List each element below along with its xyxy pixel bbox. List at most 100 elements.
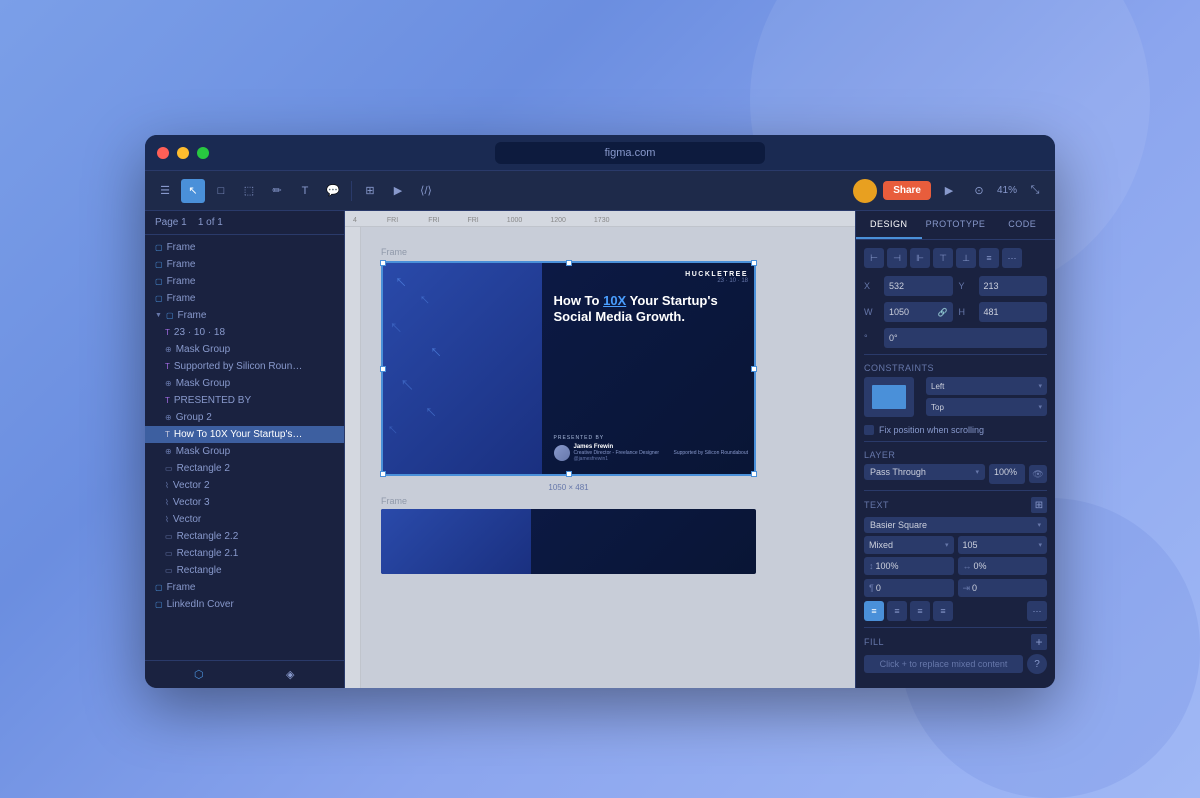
group-icon: ⊕ xyxy=(165,413,172,422)
components-panel-btn[interactable]: ⬡ xyxy=(187,663,211,687)
distribute-btn[interactable]: ⋯ xyxy=(1002,248,1022,268)
align-bottom-btn[interactable]: ≡ xyxy=(979,248,999,268)
layer-item-group2[interactable]: ⊕ Group 2 xyxy=(145,409,344,426)
canvas-scroll-area[interactable]: Frame xyxy=(365,231,855,688)
text-tool[interactable]: T xyxy=(293,179,317,203)
layer-item-presented[interactable]: T PRESENTED BY xyxy=(145,392,344,409)
align-center-h-btn[interactable]: ⊣ xyxy=(887,248,907,268)
menu-icon[interactable]: ☰ xyxy=(153,179,177,203)
layers-footer: ⬡ ◈ xyxy=(145,660,344,688)
align-top-btn[interactable]: ⊤ xyxy=(933,248,953,268)
zoom-level: 41% xyxy=(997,185,1017,196)
panel-tabs: DESIGN PROTOTYPE CODE xyxy=(856,211,1055,240)
layer-item-vec3[interactable]: ⌇ Vector 3 xyxy=(145,494,344,511)
layer-item-rect2[interactable]: ▭ Rectangle 2 xyxy=(145,460,344,477)
font-size-input[interactable]: 105 ▾ xyxy=(958,536,1048,554)
layer-item-frame2[interactable]: ▢ Frame xyxy=(145,579,344,596)
component-tool[interactable]: ⊞ xyxy=(358,179,382,203)
para-spacing-input[interactable]: ¶ 0 xyxy=(864,579,954,597)
align-center-text-btn[interactable]: ≡ xyxy=(887,601,907,621)
fill-title: FILL xyxy=(864,637,884,647)
pen-tool[interactable]: ✏ xyxy=(265,179,289,203)
tab-prototype[interactable]: PROTOTYPE xyxy=(922,211,990,239)
align-right-btn[interactable]: ⊩ xyxy=(910,248,930,268)
layer-item-mask3[interactable]: ⊕ Mask Group xyxy=(145,443,344,460)
minimize-dot[interactable] xyxy=(177,147,189,159)
tab-code[interactable]: CODE xyxy=(989,211,1055,239)
add-fill-btn[interactable]: + xyxy=(1031,634,1047,650)
letter-spacing-input[interactable]: ↔ 0% xyxy=(958,557,1048,575)
constraint-v-select[interactable]: Top ▾ xyxy=(926,398,1047,416)
h-input[interactable]: 481 xyxy=(979,302,1048,322)
text-align-row: ≡ ≡ ≡ ≡ ⋯ xyxy=(864,601,1047,621)
align-left-text-btn[interactable]: ≡ xyxy=(864,601,884,621)
rect-icon: ▭ xyxy=(165,549,173,558)
layer-item-vec[interactable]: ⌇ Vector xyxy=(145,511,344,528)
layer-mode-row: Pass Through ▾ 100% 👁 xyxy=(864,464,1047,484)
layer-item-rect[interactable]: ▭ Rectangle xyxy=(145,562,344,579)
divider-1 xyxy=(864,354,1047,355)
opacity-input[interactable]: 100% xyxy=(989,464,1025,484)
move-tool[interactable]: ↖ xyxy=(181,179,205,203)
align-right-text-btn[interactable]: ≡ xyxy=(910,601,930,621)
align-justify-btn[interactable]: ≡ xyxy=(933,601,953,621)
horizontal-ruler: 4 FRI FRI FRI 1000 1200 1730 xyxy=(345,211,855,227)
w-input[interactable]: 1050 🔗 xyxy=(884,302,953,322)
design-frame-2[interactable] xyxy=(381,509,756,574)
layer-item-mask[interactable]: ⊕ Mask Group xyxy=(145,341,344,358)
text-more-btn[interactable]: ⋯ xyxy=(1027,601,1047,621)
chevron-down-icon: ▾ xyxy=(945,541,949,549)
y-input[interactable]: 213 xyxy=(979,276,1048,296)
zoom-icon[interactable]: ⊙ xyxy=(967,179,991,203)
layer-item-frame-expanded[interactable]: ▼ ▢ Frame xyxy=(145,307,344,324)
layer-item[interactable]: ▢ Frame xyxy=(145,290,344,307)
x-input[interactable]: 532 xyxy=(884,276,953,296)
user-avatar[interactable] xyxy=(853,179,877,203)
line-height-input[interactable]: ↕ 100% xyxy=(864,557,954,575)
region-tool[interactable]: ⬚ xyxy=(237,179,261,203)
blend-mode-select[interactable]: Pass Through ▾ xyxy=(864,464,985,480)
presenter-info: James Frewin Creative Director - Freelan… xyxy=(554,444,749,462)
para-indent-input[interactable]: ⇥ 0 xyxy=(958,579,1048,597)
share-button[interactable]: Share xyxy=(883,181,931,200)
headline-pre: How To xyxy=(554,293,604,308)
dev-tool[interactable]: ⟨/⟩ xyxy=(414,179,438,203)
layer-item-linkedin[interactable]: ▢ LinkedIn Cover xyxy=(145,596,344,613)
align-left-btn[interactable]: ⊢ xyxy=(864,248,884,268)
font-style-select[interactable]: Mixed ▾ xyxy=(864,536,954,554)
url-bar[interactable]: figma.com xyxy=(495,142,765,164)
assets-panel-btn[interactable]: ◈ xyxy=(278,663,302,687)
tab-design[interactable]: DESIGN xyxy=(856,211,922,239)
layer-item[interactable]: ▢ Frame xyxy=(145,256,344,273)
text-expand-btn[interactable]: ⊞ xyxy=(1031,497,1047,513)
layer-item-rect21[interactable]: ▭ Rectangle 2.1 xyxy=(145,545,344,562)
close-dot[interactable] xyxy=(157,147,169,159)
font-family-row[interactable]: Basier Square ▾ xyxy=(864,517,1047,533)
canvas-area[interactable]: 4 FRI FRI FRI 1000 1200 1730 Frame xyxy=(345,211,855,688)
layer-item-vec2[interactable]: ⌇ Vector 2 xyxy=(145,477,344,494)
present-icon[interactable]: ▶ xyxy=(937,179,961,203)
frame-icon: ▢ xyxy=(155,600,163,609)
fill-header: FILL + xyxy=(864,634,1047,650)
fix-scroll-checkbox[interactable] xyxy=(864,425,874,435)
layer-item-supported[interactable]: T Supported by Silicon Roundab... xyxy=(145,358,344,375)
design-frame-1[interactable]: ↑ ↑ ↑ ↑ ↑ ↑ ↑ HUCK xyxy=(381,261,756,476)
frame-tool[interactable]: □ xyxy=(209,179,233,203)
align-center-v-btn[interactable]: ⊥ xyxy=(956,248,976,268)
prototype-tool[interactable]: ▶ xyxy=(386,179,410,203)
layer-item[interactable]: ▢ Frame xyxy=(145,239,344,256)
fill-content-row: Click + to replace mixed content ? xyxy=(864,654,1047,674)
browser-chrome: figma.com xyxy=(145,135,1055,171)
constraint-h-select[interactable]: Left ▾ xyxy=(926,377,1047,395)
visibility-icon[interactable]: 👁 xyxy=(1029,465,1047,483)
layer-item[interactable]: ▢ Frame xyxy=(145,273,344,290)
rotation-input[interactable]: 0° xyxy=(884,328,1047,348)
info-icon[interactable]: ? xyxy=(1027,654,1047,674)
layer-item-date[interactable]: T 23 · 10 · 18 xyxy=(145,324,344,341)
maximize-dot[interactable] xyxy=(197,147,209,159)
layer-item-headline[interactable]: T How To 10X Your Startup's So... xyxy=(145,426,344,443)
layer-item-rect22[interactable]: ▭ Rectangle 2.2 xyxy=(145,528,344,545)
layer-item-mask2[interactable]: ⊕ Mask Group xyxy=(145,375,344,392)
fullscreen-icon[interactable]: ⤡ xyxy=(1023,179,1047,203)
comment-tool[interactable]: 💬 xyxy=(321,179,345,203)
